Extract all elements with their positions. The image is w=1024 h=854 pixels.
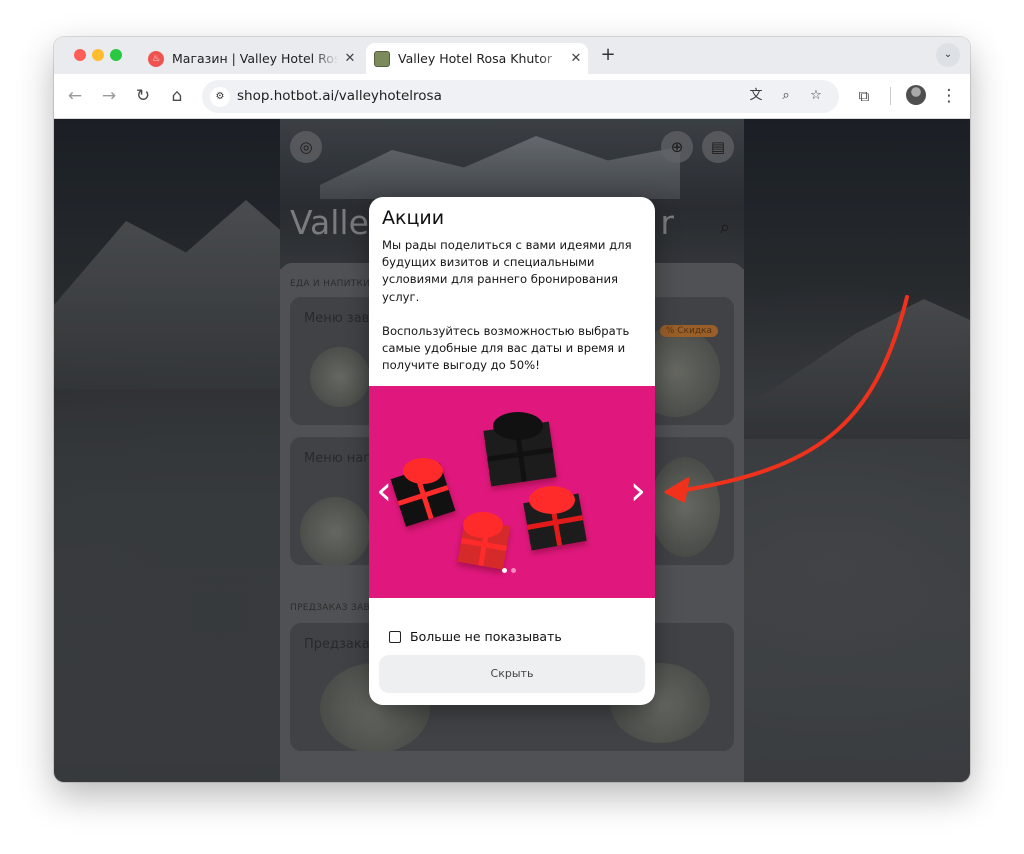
tab-title: Магазин | Valley Hotel Rosa Khutor — [172, 51, 338, 66]
promo-image-slider[interactable]: ‹ › — [369, 386, 655, 598]
slider-dots — [502, 568, 516, 573]
address-bar[interactable]: ⚙ shop.hotbot.ai/valleyhotelrosa 文 ⌕ ☆ — [202, 80, 839, 113]
new-tab-button[interactable]: + — [598, 45, 618, 65]
profile-avatar[interactable] — [906, 85, 926, 105]
back-arrow-icon[interactable]: ← — [64, 85, 86, 107]
gift-bow-image — [463, 512, 503, 538]
translate-icon[interactable]: 文 — [746, 86, 766, 106]
hotbot-favicon-icon: ♨ — [148, 50, 164, 67]
slider-next-arrow-icon[interactable]: › — [627, 471, 649, 511]
gift-bow-image — [403, 458, 443, 484]
menu-dots-icon[interactable]: ⋮ — [938, 85, 960, 107]
slider-prev-arrow-icon[interactable]: ‹ — [373, 471, 395, 511]
slider-dot[interactable] — [511, 568, 516, 573]
zoom-window-button[interactable] — [110, 49, 122, 61]
tab-strip: ♨ Магазин | Valley Hotel Rosa Khutor ✕ V… — [54, 37, 970, 74]
zoom-icon[interactable]: ⌕ — [776, 86, 796, 106]
bookmark-star-icon[interactable]: ☆ — [806, 86, 826, 106]
tab-title: Valley Hotel Rosa Khutor — [398, 51, 552, 66]
modal-description: Мы рады поделиться с вами идеями для буд… — [382, 237, 644, 374]
hotel-favicon-icon — [374, 50, 390, 67]
extensions-icon[interactable]: ⧉ — [853, 85, 875, 107]
hide-button[interactable]: Скрыть — [379, 655, 645, 693]
tab-valley-hotel[interactable]: Valley Hotel Rosa Khutor ✕ — [366, 43, 588, 74]
tab-search-chevron-icon[interactable]: ⌄ — [936, 43, 960, 67]
close-window-button[interactable] — [74, 49, 86, 61]
toolbar-divider — [890, 87, 891, 105]
tab-shop[interactable]: ♨ Магазин | Valley Hotel Rosa Khutor ✕ — [140, 43, 362, 74]
modal-paragraph: Воспользуйтесь возможностью выбрать самы… — [382, 323, 630, 373]
slider-dot[interactable] — [502, 568, 507, 573]
modal-paragraph: Мы рады поделиться с вами идеями для буд… — [382, 238, 632, 304]
close-tab-icon[interactable]: ✕ — [564, 51, 588, 66]
url-text[interactable]: shop.hotbot.ai/valleyhotelrosa — [237, 88, 442, 104]
reload-icon[interactable]: ↻ — [132, 85, 154, 107]
site-settings-icon[interactable]: ⚙ — [210, 87, 230, 107]
browser-toolbar: ← → ↻ ⌂ ⚙ shop.hotbot.ai/valleyhotelrosa… — [54, 74, 970, 119]
browser-window: ♨ Магазин | Valley Hotel Rosa Khutor ✕ V… — [54, 37, 970, 782]
minimize-window-button[interactable] — [92, 49, 104, 61]
page-viewport: ◎ ⊕ ▤ Valley r ⌕ ЕДА И НАПИТКИ Меню зав … — [54, 119, 970, 782]
dont-show-again-checkbox[interactable] — [389, 630, 401, 643]
modal-title: Акции — [382, 207, 445, 229]
forward-arrow-icon[interactable]: → — [98, 85, 120, 107]
promotions-modal: Акции Мы рады поделиться с вами идеями д… — [369, 197, 655, 705]
gift-bow-image — [529, 486, 575, 514]
dont-show-again-row[interactable]: Больше не показывать — [389, 629, 562, 644]
gift-bow-image — [493, 412, 543, 440]
home-icon[interactable]: ⌂ — [166, 85, 188, 107]
checkbox-label: Больше не показывать — [410, 629, 562, 644]
close-tab-icon[interactable]: ✕ — [338, 51, 362, 66]
